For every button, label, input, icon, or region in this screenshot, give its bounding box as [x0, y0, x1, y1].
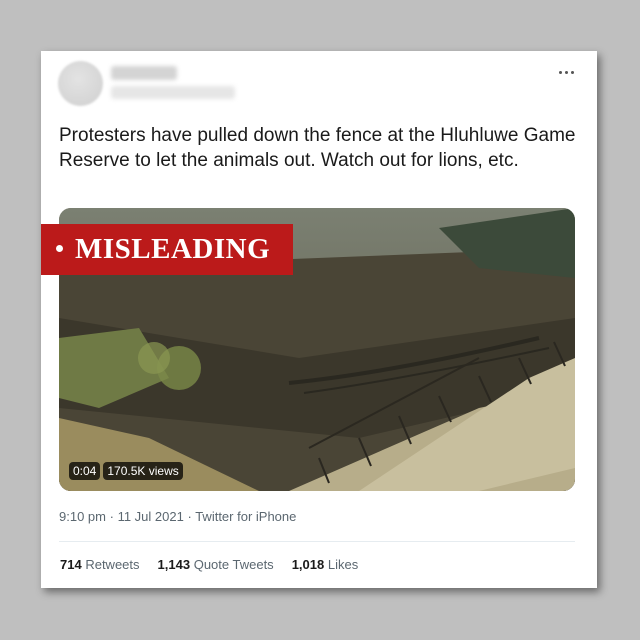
tweet-date[interactable]: 11 Jul 2021 — [118, 509, 184, 524]
blurred-display-name — [111, 66, 177, 80]
quote-tweets-count: 1,143 — [157, 557, 191, 572]
blurred-username — [111, 86, 235, 99]
video-duration: 0:04 — [69, 462, 101, 480]
retweets-count: 714 — [60, 557, 82, 572]
tweet-timestamp: 9:10 pm · 11 Jul 2021 · Twitter for iPho… — [59, 509, 296, 524]
tweet-text: Protesters have pulled down the fence at… — [59, 125, 576, 171]
separator: · — [109, 509, 114, 524]
misleading-label-text: MISLEADING — [75, 233, 271, 265]
retweets-label: Retweets — [85, 557, 140, 572]
separator: · — [187, 509, 192, 524]
quote-tweets-label: Quote Tweets — [193, 557, 274, 572]
retweets-stat[interactable]: 714 Retweets — [60, 557, 140, 572]
likes-label: Likes — [327, 557, 359, 572]
misleading-label: MISLEADING — [41, 224, 293, 275]
bullet-icon — [56, 244, 63, 252]
tweet-stats: 714 Retweets 1,143 Quote Tweets 1,018 Li… — [60, 557, 358, 572]
video-metadata: 0:04 170.5K views — [69, 462, 183, 480]
divider — [59, 541, 575, 542]
video-views: 170.5K views — [103, 462, 183, 480]
likes-stat[interactable]: 1,018 Likes — [292, 557, 359, 572]
quote-tweets-stat[interactable]: 1,143 Quote Tweets — [158, 557, 274, 572]
tweet-card: Protesters have pulled down the fence at… — [41, 51, 597, 588]
likes-count: 1,018 — [291, 557, 325, 572]
more-options-icon[interactable] — [559, 69, 575, 75]
tweet-time[interactable]: 9:10 pm — [59, 509, 106, 524]
tweet-source[interactable]: Twitter for iPhone — [195, 509, 296, 524]
avatar[interactable] — [58, 61, 103, 106]
